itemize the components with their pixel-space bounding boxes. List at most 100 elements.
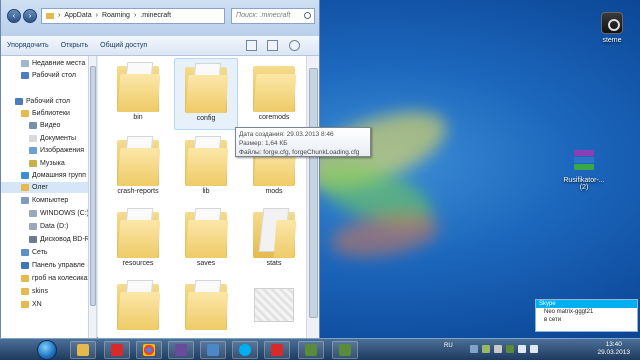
recent-places-icon bbox=[21, 60, 29, 67]
clock-date: 29.03.2013 bbox=[597, 349, 630, 356]
music-icon bbox=[29, 160, 37, 167]
clock-time: 13:40 bbox=[605, 341, 622, 348]
file-thumbnail[interactable] bbox=[242, 276, 306, 338]
nav-item-network[interactable]: Сеть bbox=[21, 247, 48, 258]
nav-item-label: Видео bbox=[40, 122, 61, 129]
nav-item-folder-xn[interactable]: XN bbox=[21, 299, 42, 310]
desktop-icon-sublabel: (2) bbox=[579, 184, 589, 191]
search-input[interactable]: Поиск: .minecraft bbox=[231, 8, 315, 24]
breadcrumb-separator: › bbox=[58, 12, 61, 19]
nav-item-recent[interactable]: Недавние места bbox=[21, 58, 85, 69]
control-panel-icon bbox=[21, 262, 29, 269]
nav-item-oleg[interactable]: Олег bbox=[1, 182, 88, 193]
breadcrumb-minecraft[interactable]: .minecraft bbox=[140, 9, 171, 23]
nav-item-label: Домашняя групп bbox=[32, 172, 86, 179]
start-button[interactable] bbox=[37, 340, 57, 360]
folder-label: resources bbox=[122, 260, 154, 267]
folder-saves[interactable]: saves bbox=[174, 204, 238, 276]
desktop-icon bbox=[15, 98, 23, 105]
nav-item-folder-grob[interactable]: гроб на колесиках bbox=[21, 273, 88, 284]
nav-item-libraries[interactable]: Библиотеки bbox=[21, 108, 70, 119]
language-indicator[interactable]: RU bbox=[444, 343, 453, 349]
folder-unnamed-2[interactable] bbox=[174, 276, 238, 338]
network-icon[interactable] bbox=[518, 345, 526, 353]
tooltip-size: Размер: 1,64 КБ bbox=[239, 140, 288, 147]
forward-button[interactable]: › bbox=[23, 9, 37, 23]
folder-icon bbox=[117, 280, 161, 330]
nav-item-folder-skins[interactable]: skins bbox=[21, 286, 48, 297]
desktop-icon-steam[interactable]: steme bbox=[582, 12, 640, 44]
skype-status: в сети bbox=[544, 317, 562, 323]
content-scrollbar[interactable] bbox=[306, 56, 319, 338]
nav-item-label: Олег bbox=[32, 184, 48, 191]
folder-crash-reports[interactable]: crash-reports bbox=[106, 132, 170, 204]
nav-item-computer[interactable]: Компьютер bbox=[21, 195, 68, 206]
view-options-icon[interactable] bbox=[246, 40, 257, 51]
nav-item-drive-d[interactable]: Data (D:) bbox=[29, 221, 68, 232]
folder-lib[interactable]: lib bbox=[174, 132, 238, 204]
folder-bin[interactable]: bin bbox=[106, 58, 170, 130]
organize-button[interactable]: Упорядочить bbox=[7, 42, 49, 49]
back-button[interactable]: ‹ bbox=[7, 9, 21, 23]
volume-icon[interactable] bbox=[530, 345, 538, 353]
preview-pane-icon[interactable] bbox=[267, 40, 278, 51]
nav-item-control-panel[interactable]: Панель управле bbox=[21, 260, 85, 271]
nav-item-homegroup[interactable]: Домашняя групп bbox=[21, 170, 86, 181]
folder-unnamed-1[interactable] bbox=[106, 276, 170, 338]
nav-item-video[interactable]: Видео bbox=[29, 120, 60, 131]
folder-coremods[interactable]: coremods bbox=[242, 58, 306, 130]
folder-icon bbox=[253, 208, 297, 258]
folder-tooltip: Дата создания: 29.03.2013 8:46 Размер: 1… bbox=[235, 127, 371, 157]
nav-item-drive-c[interactable]: WINDOWS (C:) bbox=[29, 208, 88, 219]
tray-icon[interactable] bbox=[470, 345, 478, 353]
skype-title: Skype bbox=[536, 300, 637, 308]
nav-item-music[interactable]: Музыка bbox=[29, 158, 65, 169]
open-button[interactable]: Открыть bbox=[61, 42, 89, 49]
address-bar[interactable]: › AppData › Roaming › .minecraft bbox=[41, 8, 225, 24]
breadcrumb-separator: › bbox=[95, 12, 98, 19]
folder-content-area: bin config coremods crash-reports lib mo… bbox=[98, 56, 306, 338]
taskbar-app-explorer[interactable] bbox=[70, 341, 96, 359]
skype-notification[interactable]: Skype Neo matrix-gggt21 в сети bbox=[535, 299, 638, 332]
tray-icon[interactable] bbox=[494, 345, 502, 353]
nav-item-label: Изображения bbox=[40, 147, 84, 154]
content-scrollbar-thumb[interactable] bbox=[309, 68, 318, 318]
breadcrumb-roaming[interactable]: Roaming bbox=[102, 9, 130, 23]
taskbar-app-yandex-2[interactable] bbox=[264, 341, 290, 359]
image-thumbnail-icon bbox=[254, 288, 294, 322]
navigation-pane: Недавние места Рабочий стол Рабочий стол… bbox=[1, 56, 89, 338]
nav-item-documents[interactable]: Документы bbox=[29, 133, 76, 144]
folder-label: stats bbox=[266, 260, 282, 267]
nav-scrollbar-thumb[interactable] bbox=[90, 66, 96, 306]
tray-icon[interactable] bbox=[482, 345, 490, 353]
taskbar-app-minecraft-2[interactable] bbox=[332, 341, 358, 359]
folder-config[interactable]: config bbox=[174, 58, 238, 130]
share-button[interactable]: Общий доступ bbox=[100, 42, 147, 49]
nav-item-pictures[interactable]: Изображения bbox=[29, 145, 84, 156]
folder-icon bbox=[21, 275, 29, 282]
taskbar-app-game[interactable] bbox=[168, 341, 194, 359]
wallpaper-glow-orange bbox=[327, 205, 443, 265]
tray-icon[interactable] bbox=[506, 345, 514, 353]
desktop-icon-rusifikator[interactable]: Rusifikator-... (2) bbox=[554, 150, 614, 191]
nav-item-desktop[interactable]: Рабочий стол bbox=[15, 96, 70, 107]
clock[interactable]: 13:40 29.03.2013 bbox=[597, 341, 630, 357]
nav-scrollbar[interactable] bbox=[89, 56, 97, 338]
breadcrumb-appdata[interactable]: AppData bbox=[64, 9, 91, 23]
taskbar-app-downloads[interactable] bbox=[200, 341, 226, 359]
libraries-icon bbox=[21, 110, 29, 117]
nav-item-desktop-fav[interactable]: Рабочий стол bbox=[21, 70, 76, 81]
nav-item-bd-drive[interactable]: Дисковод BD-R bbox=[29, 234, 88, 245]
folder-stats[interactable]: stats bbox=[242, 204, 306, 276]
help-icon[interactable] bbox=[289, 40, 300, 51]
folder-icon bbox=[21, 288, 29, 295]
download-icon bbox=[207, 344, 219, 356]
taskbar-app-chrome[interactable] bbox=[136, 341, 162, 359]
taskbar-app-skype[interactable] bbox=[232, 341, 258, 359]
taskbar-app-yandex[interactable] bbox=[104, 341, 130, 359]
folder-icon bbox=[185, 136, 229, 186]
taskbar-app-minecraft[interactable] bbox=[298, 341, 324, 359]
user-folder-icon bbox=[21, 184, 29, 191]
nav-item-label: Рабочий стол bbox=[32, 72, 76, 79]
folder-resources[interactable]: resources bbox=[106, 204, 170, 276]
